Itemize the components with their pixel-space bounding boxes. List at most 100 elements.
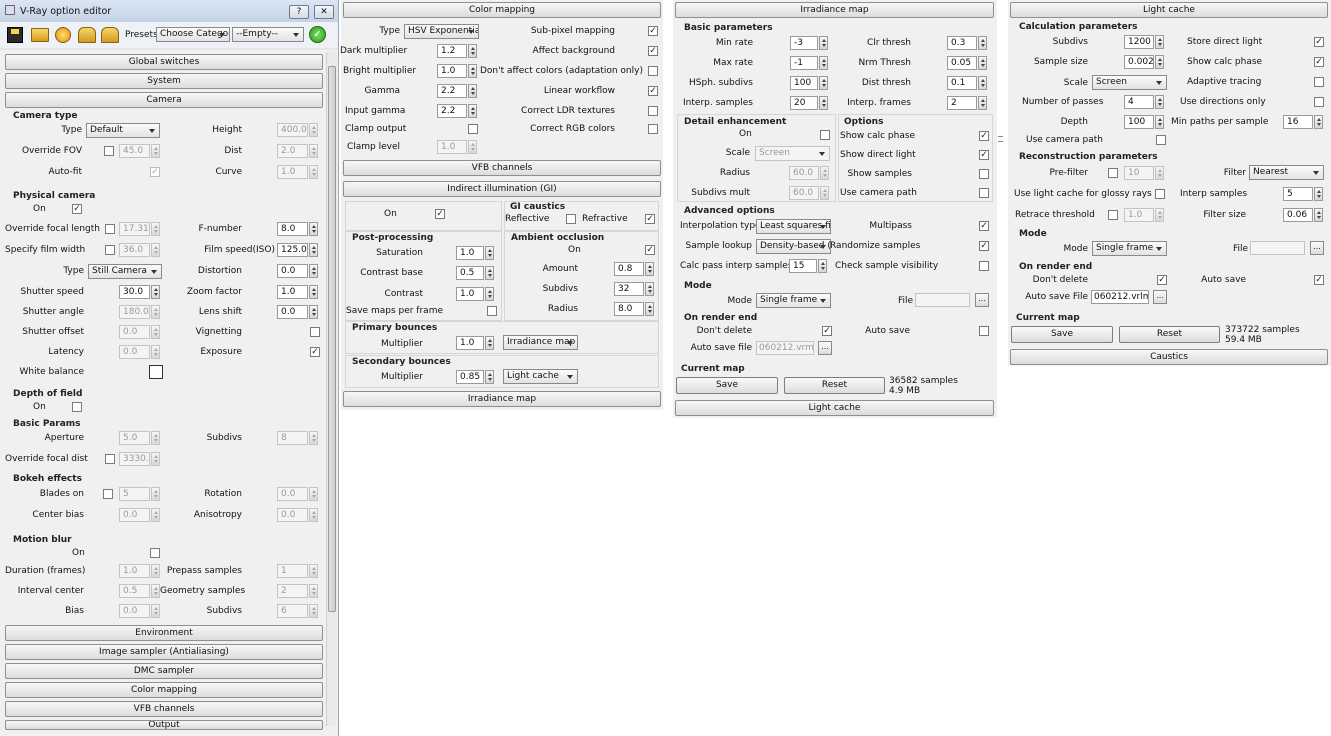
dof-on-checkbox[interactable] [72, 402, 82, 412]
save-icon[interactable] [7, 27, 23, 43]
lc-depth-spinner[interactable] [1155, 115, 1164, 129]
override-focal-checkbox[interactable] [105, 224, 115, 234]
dist-thresh-spinner[interactable] [978, 76, 987, 90]
fnumber-field[interactable]: 8.0 [277, 222, 308, 236]
motion-subdivs-field[interactable]: 6 [277, 604, 308, 618]
film-width-field[interactable]: 36.0 [119, 243, 150, 257]
correct-rgb-checkbox[interactable] [648, 124, 658, 134]
linear-workflow-checkbox[interactable]: ✓ [648, 86, 658, 96]
rollout-system[interactable]: System [5, 73, 323, 89]
help-button[interactable]: ? [289, 5, 309, 19]
shutter-angle-field[interactable]: 180.0 [119, 305, 150, 319]
interp-type-dropdown[interactable]: Least squares fi [756, 219, 831, 234]
rollout-footer-irradiance[interactable]: Irradiance map [343, 391, 661, 407]
lc-save-button[interactable]: Save [1011, 326, 1113, 343]
lens-shift-field[interactable]: 0.0 [277, 305, 308, 319]
check-visibility-checkbox[interactable] [979, 261, 989, 271]
filter-size-field[interactable]: 0.06 [1283, 208, 1313, 222]
nrm-thresh-field[interactable]: 0.05 [947, 56, 977, 70]
lc-scale-dropdown[interactable]: Screen [1092, 75, 1167, 90]
lc-reset-button[interactable]: Reset [1119, 326, 1220, 343]
distortion-spinner[interactable] [309, 264, 318, 278]
rollout-environment[interactable]: Environment [5, 625, 323, 641]
shutter-offset-spinner[interactable] [151, 325, 160, 339]
interval-spinner[interactable] [151, 584, 160, 598]
interp-frames-field[interactable]: 2 [947, 96, 977, 110]
autofit-checkbox[interactable]: ✓ [150, 167, 160, 177]
contrast-spinner[interactable] [485, 287, 494, 301]
nrm-thresh-spinner[interactable] [978, 56, 987, 70]
input-gamma-field[interactable]: 2.2 [437, 104, 467, 118]
hsph-spinner[interactable] [819, 76, 828, 90]
ao-radius-spinner[interactable] [645, 302, 654, 316]
white-balance-swatch[interactable] [149, 365, 163, 379]
save-maps-checkbox[interactable] [487, 306, 497, 316]
ao-amount-spinner[interactable] [645, 262, 654, 276]
irr-use-camera-checkbox[interactable] [979, 188, 989, 198]
fov-spinner[interactable] [151, 144, 160, 158]
rollout-header-gi[interactable]: Indirect illumination (GI) [343, 181, 661, 197]
interval-field[interactable]: 0.5 [119, 584, 150, 598]
film-speed-field[interactable]: 125.0 [277, 243, 308, 257]
physical-type-dropdown[interactable]: Still Camera [88, 264, 162, 279]
show-calc-checkbox[interactable]: ✓ [979, 131, 989, 141]
hsph-field[interactable]: 100 [790, 76, 818, 90]
blades-checkbox[interactable] [103, 489, 113, 499]
motion-subdivs-spinner[interactable] [309, 604, 318, 618]
irr-auto-save-browse-button[interactable]: ... [818, 341, 832, 355]
shutter-speed-field[interactable]: 30.0 [119, 285, 150, 299]
aperture-field[interactable]: 5.0 [119, 431, 150, 445]
lc-auto-save-file-field[interactable]: 060212.vrlmap [1091, 290, 1149, 304]
max-rate-field[interactable]: -1 [790, 56, 818, 70]
rollout-header-vfb[interactable]: VFB channels [343, 160, 661, 176]
ao-amount-field[interactable]: 0.8 [614, 262, 644, 276]
retrace-spinner[interactable] [1155, 208, 1164, 222]
show-samples-checkbox[interactable] [979, 169, 989, 179]
irr-mode-dropdown[interactable]: Single frame [756, 293, 831, 308]
center-bias-spinner[interactable] [151, 508, 160, 522]
shutter-offset-field[interactable]: 0.0 [119, 325, 150, 339]
fnumber-spinner[interactable] [309, 222, 318, 236]
input-gamma-spinner[interactable] [468, 104, 477, 118]
multipass-checkbox[interactable]: ✓ [979, 221, 989, 231]
min-rate-spinner[interactable] [819, 36, 828, 50]
dont-affect-checkbox[interactable] [648, 66, 658, 76]
lc-browse-button[interactable]: ... [1310, 241, 1324, 255]
gamma-spinner[interactable] [468, 84, 477, 98]
prefilter-spinner[interactable] [1155, 166, 1164, 180]
reset-icon[interactable] [55, 27, 71, 43]
detail-scale-dropdown[interactable]: Screen [755, 146, 830, 161]
rollout-global-switches[interactable]: Global switches [5, 54, 323, 70]
blades-spinner[interactable] [151, 487, 160, 501]
rotation-spinner[interactable] [309, 487, 318, 501]
sample-lookup-dropdown[interactable]: Density-based ( [756, 239, 831, 254]
bright-mult-field[interactable]: 1.0 [437, 64, 467, 78]
lc-subdivs-spinner[interactable] [1155, 35, 1164, 49]
secondary-mult-field[interactable]: 0.85 [456, 370, 484, 384]
aperture-spinner[interactable] [151, 431, 160, 445]
prefilter-field[interactable]: 10 [1124, 166, 1154, 180]
calc-pass-field[interactable]: 15 [789, 259, 817, 273]
duration-field[interactable]: 1.0 [119, 564, 150, 578]
open-folder-icon[interactable] [31, 28, 49, 42]
saturation-spinner[interactable] [485, 246, 494, 260]
green-check-icon[interactable]: ✓ [309, 26, 326, 43]
irr-reset-button[interactable]: Reset [784, 377, 885, 394]
primary-engine-dropdown[interactable]: Irradiance map [503, 335, 578, 350]
curve-spinner[interactable] [309, 165, 318, 179]
clamp-output-checkbox[interactable] [468, 124, 478, 134]
lc-mode-dropdown[interactable]: Single frame [1092, 241, 1167, 256]
focal-length-field[interactable]: 17.3159 [119, 222, 150, 236]
randomize-checkbox[interactable]: ✓ [979, 241, 989, 251]
dist-field[interactable]: 2.0 [277, 144, 308, 158]
focal-dist-spinner[interactable] [151, 452, 160, 466]
sample-size-spinner[interactable] [1155, 55, 1164, 69]
bias-field[interactable]: 0.0 [119, 604, 150, 618]
irr-save-button[interactable]: Save [676, 377, 778, 394]
preset-load-icon[interactable] [101, 27, 119, 43]
blades-field[interactable]: 5 [119, 487, 150, 501]
rollout-dmc-sampler[interactable]: DMC sampler [5, 663, 323, 679]
contrast-field[interactable]: 1.0 [456, 287, 484, 301]
lc-auto-save-checkbox[interactable]: ✓ [1314, 275, 1324, 285]
splitter-grip[interactable] [998, 136, 1003, 142]
